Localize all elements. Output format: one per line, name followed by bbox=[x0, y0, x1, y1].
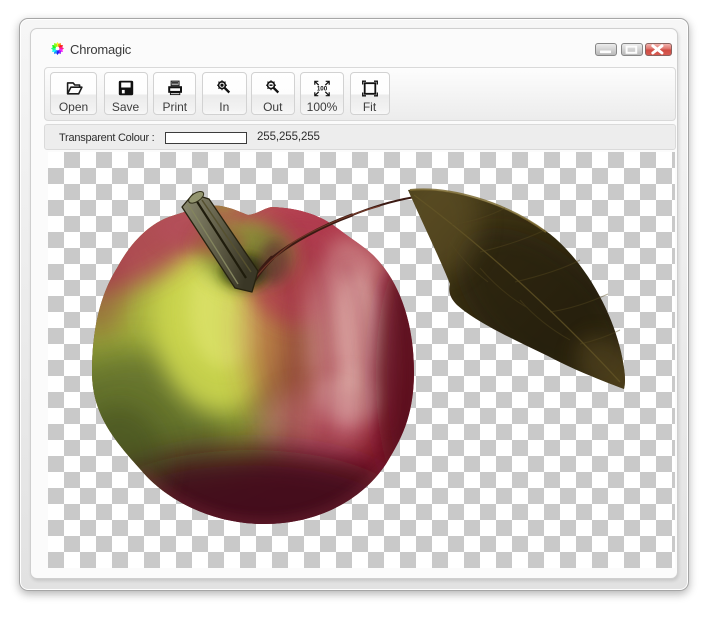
svg-text:100: 100 bbox=[317, 85, 328, 92]
